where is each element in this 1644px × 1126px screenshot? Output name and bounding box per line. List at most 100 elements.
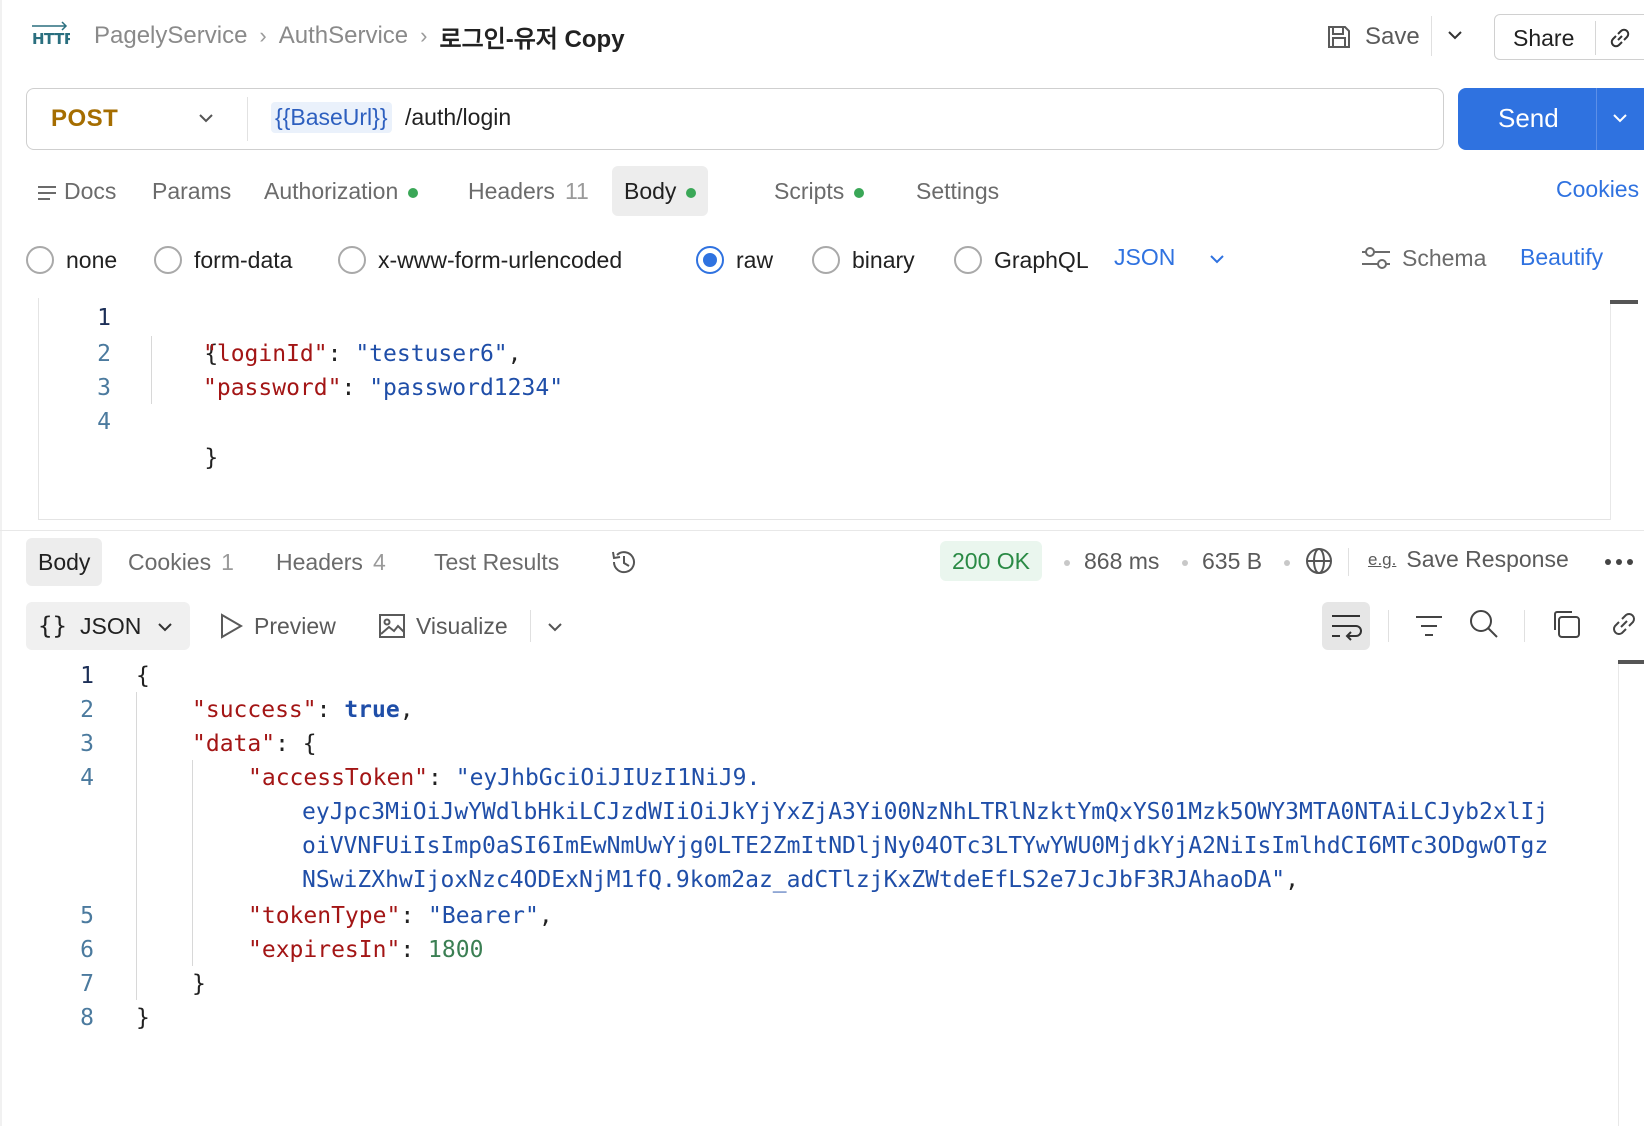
tab-response-cookies[interactable]: Cookies 1 [128, 538, 234, 586]
radio-graphql[interactable]: GraphQL [954, 240, 1089, 280]
tab-response-body[interactable]: Body [26, 538, 103, 586]
method-select[interactable]: POST [51, 105, 118, 133]
line-number: 4 [80, 765, 94, 791]
link-icon[interactable] [1607, 25, 1633, 51]
response-size[interactable]: 635 B [1202, 548, 1262, 575]
code-line: } [204, 445, 219, 471]
radio-raw[interactable]: raw [696, 240, 773, 280]
tab-headers[interactable]: Headers 11 [468, 166, 589, 216]
code-line-wrapped: NSwiZXhwIjoxNzc4ODExNjM1fQ.9kom2az_adCTl… [302, 867, 1300, 893]
language-select[interactable]: JSON [1114, 244, 1175, 271]
radio-binary[interactable]: binary [812, 240, 915, 280]
radio-label: raw [736, 246, 774, 273]
breadcrumb-folder[interactable]: AuthService [279, 22, 408, 50]
code-line: "data": { [192, 731, 317, 757]
indent-guide [192, 760, 193, 966]
tab-params[interactable]: Params [152, 166, 231, 216]
radio-circle[interactable] [338, 246, 366, 274]
radio-circle[interactable] [812, 246, 840, 274]
separator-dot [1284, 560, 1290, 566]
divider [1595, 21, 1596, 55]
breadcrumb-request-name[interactable]: 로그인-유저 Copy [439, 19, 624, 54]
filter-icon[interactable] [1414, 612, 1444, 640]
divider [530, 610, 531, 642]
radio-label: x-www-form-urlencoded [378, 246, 623, 273]
http-icon: HTTP [30, 20, 70, 50]
preview-button[interactable]: Preview [218, 612, 336, 640]
response-body-viewer[interactable]: 1 2 3 4 5 6 7 8 { "success": true, "data… [0, 658, 1644, 1126]
scrollbar-thumb[interactable] [1618, 660, 1644, 664]
more-icon[interactable] [1604, 558, 1634, 566]
tab-label: Headers [276, 549, 363, 575]
scrollbar-thumb[interactable] [1610, 300, 1638, 304]
divider [247, 97, 248, 141]
share-label: Share [1513, 25, 1575, 51]
response-time[interactable]: 868 ms [1084, 548, 1159, 575]
line-number: 2 [97, 341, 111, 367]
response-format-select[interactable]: {} JSON [26, 602, 190, 650]
radio-urlencoded[interactable]: x-www-form-urlencoded [338, 240, 622, 280]
code-line-wrapped: eyJpc3MiOiJwYWdlbHkiLCJzdWIiOiJkYjYxZjA3… [302, 799, 1549, 825]
schema-icon [1362, 247, 1390, 269]
radio-circle[interactable] [154, 246, 182, 274]
code-line: } [192, 971, 206, 997]
chevron-down-icon[interactable] [1446, 26, 1464, 44]
status-badge[interactable]: 200 OK [940, 541, 1042, 581]
send-button[interactable]: Send [1458, 88, 1644, 150]
tab-label: Cookies [128, 549, 212, 575]
breadcrumb-collection[interactable]: PagelyService [94, 22, 247, 50]
divider [1596, 88, 1597, 150]
tab-settings[interactable]: Settings [916, 166, 999, 216]
separator-dot [1182, 560, 1188, 566]
line-number: 7 [80, 971, 94, 997]
status-dot [408, 187, 419, 198]
chevron-down-icon[interactable] [546, 618, 564, 636]
history-icon[interactable] [608, 546, 640, 578]
radio-circle[interactable] [954, 246, 982, 274]
tab-count: 4 [372, 549, 386, 575]
tab-label: Body [624, 178, 677, 204]
share-button[interactable]: Share [1494, 14, 1644, 60]
chevron-down-icon[interactable] [1208, 250, 1226, 268]
chevron-down-icon[interactable] [1610, 108, 1630, 128]
chevron-down-icon[interactable] [197, 109, 215, 127]
globe-icon[interactable] [1304, 546, 1334, 576]
radio-form-data[interactable]: form-data [154, 240, 292, 280]
line-number: 2 [80, 697, 94, 723]
save-button[interactable]: Save [1325, 18, 1420, 56]
url-input[interactable]: /auth/login [405, 104, 511, 131]
cookies-link[interactable]: Cookies [1556, 176, 1639, 203]
copy-icon[interactable] [1550, 608, 1582, 640]
radio-circle[interactable] [26, 246, 54, 274]
radio-none[interactable]: none [26, 240, 117, 280]
panel-divider[interactable] [0, 530, 1644, 531]
save-response-label: Save Response [1406, 546, 1569, 572]
divider [1524, 610, 1525, 642]
format-label: JSON [80, 613, 142, 639]
visualize-button[interactable]: Visualize [378, 612, 508, 640]
tab-response-headers[interactable]: Headers 4 [276, 538, 386, 586]
tab-scripts[interactable]: Scripts [774, 166, 865, 216]
url-variable[interactable]: {{BaseUrl}} [271, 102, 392, 133]
tab-label: Docs [64, 178, 117, 204]
search-icon[interactable] [1468, 608, 1500, 640]
beautify-button[interactable]: Beautify [1520, 244, 1603, 271]
tab-test-results[interactable]: Test Results [434, 538, 559, 586]
code-line: "accessToken": "eyJhbGciOiJIUzI1NiJ9. [248, 765, 761, 791]
tab-docs[interactable]: Docs [36, 166, 116, 216]
save-response-button[interactable]: e.g. Save Response [1368, 546, 1569, 573]
radio-label: form-data [194, 246, 293, 273]
tab-authorization[interactable]: Authorization [264, 166, 419, 216]
request-header: HTTP PagelyService › AuthService › 로그인-유… [0, 0, 1644, 72]
schema-button[interactable]: Schema [1360, 244, 1486, 272]
wrap-lines-button[interactable] [1322, 602, 1370, 650]
tab-body[interactable]: Body [612, 166, 709, 216]
code-line: { [204, 341, 219, 367]
tab-label: Authorization [264, 178, 399, 204]
radio-circle-checked[interactable] [696, 246, 724, 274]
status-dot [854, 187, 865, 198]
breadcrumb-separator-icon: › [420, 23, 428, 48]
code-line: "expiresIn": 1800 [248, 937, 484, 963]
request-body-editor[interactable]: 1 2 3 4 { "loginId": "testuser6", "passw… [38, 298, 1610, 520]
link-icon[interactable] [1608, 608, 1640, 640]
